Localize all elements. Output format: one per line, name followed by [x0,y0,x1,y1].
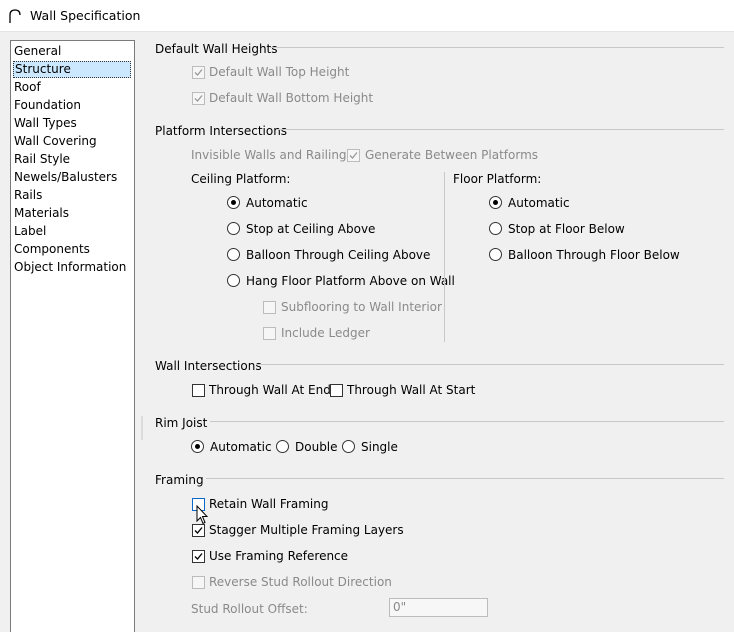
platform-divider [444,172,445,342]
checkmark-icon [194,95,203,102]
through-wall-end-label: Through Wall At End [209,383,331,397]
category-list[interactable]: General Structure Roof Foundation Wall T… [10,40,135,632]
rim-double-label: Double [295,440,338,454]
reverse-stud-label: Reverse Stud Rollout Direction [209,575,392,589]
framing-heading: Framing [155,473,204,487]
ceiling-stop-label: Stop at Ceiling Above [246,222,376,236]
include-ledger-checkbox[interactable] [263,327,276,340]
rim-double-radio[interactable] [276,440,289,453]
floor-platform-heading: Floor Platform: [453,172,542,186]
wall-intersections-heading: Wall Intersections [155,359,262,373]
sidebar-item-wall-covering[interactable]: Wall Covering [13,133,132,150]
ceiling-hang-label: Hang Floor Platform Above on Wall [246,274,455,288]
ceiling-stop-radio[interactable] [227,222,240,235]
ceiling-balloon-label: Balloon Through Ceiling Above [246,248,431,262]
stud-rollout-offset-label: Stud Rollout Offset: [191,602,308,616]
generate-between-platforms-checkbox[interactable] [347,149,360,162]
sidebar-item-materials[interactable]: Materials [13,205,132,222]
sidebar-item-roof[interactable]: Roof [13,79,132,96]
reverse-stud-checkbox[interactable] [192,576,205,589]
checkmark-icon [349,152,358,159]
mouse-cursor-icon [196,505,209,525]
ceiling-balloon-radio[interactable] [227,248,240,261]
sidebar-item-wall-types[interactable]: Wall Types [13,115,132,132]
default-bottom-height-checkbox[interactable] [192,92,205,105]
divider [206,478,724,479]
floor-balloon-label: Balloon Through Floor Below [508,248,680,262]
sidebar-item-rail-style[interactable]: Rail Style [13,151,132,168]
ceiling-automatic-label: Automatic [246,196,308,210]
platform-intersections-heading: Platform Intersections [155,124,288,138]
ceiling-hang-radio[interactable] [227,274,240,287]
sidebar-item-rails[interactable]: Rails [13,187,132,204]
sidebar-item-general[interactable]: General [13,43,132,60]
generate-between-platforms-label: Generate Between Platforms [365,148,539,162]
default-wall-heights-heading: Default Wall Heights [155,42,278,56]
sidebar-item-foundation[interactable]: Foundation [13,97,132,114]
default-top-height-label: Default Wall Top Height [209,65,350,79]
divider [276,129,724,130]
title-bar: Wall Specification [0,0,734,32]
sidebar-item-label[interactable]: Label [13,223,132,240]
through-wall-start-label: Through Wall At Start [347,383,476,397]
framing-reference-label: Use Framing Reference [209,549,349,563]
include-ledger-label: Include Ledger [281,326,370,340]
sidebar-item-newels-balusters[interactable]: Newels/Balusters [13,169,132,186]
framing-reference-checkbox[interactable] [192,550,205,563]
window-title: Wall Specification [30,8,141,23]
divider [256,364,724,365]
rim-automatic-radio[interactable] [191,440,204,453]
invisible-walls-label: Invisible Walls and Railings: [191,148,357,162]
app-arch-icon [9,9,21,23]
default-top-height-checkbox[interactable] [192,66,205,79]
rim-single-radio[interactable] [342,440,355,453]
floor-stop-radio[interactable] [489,222,502,235]
divider [270,47,724,48]
ceiling-platform-heading: Ceiling Platform: [191,172,291,186]
checkmark-icon [194,553,203,560]
through-wall-end-checkbox[interactable] [192,384,205,397]
checkmark-icon [194,69,203,76]
stagger-layers-label: Stagger Multiple Framing Layers [209,523,404,537]
sidebar-item-object-information[interactable]: Object Information [13,259,132,276]
floor-automatic-label: Automatic [508,196,570,210]
subflooring-checkbox[interactable] [263,301,276,314]
rim-automatic-label: Automatic [210,440,272,454]
floor-automatic-radio[interactable] [489,196,502,209]
sidebar-item-structure[interactable]: Structure [13,61,131,78]
splitter-grip-icon[interactable] [140,416,144,440]
floor-balloon-radio[interactable] [489,248,502,261]
retain-wall-framing-label: Retain Wall Framing [209,497,329,511]
divider [210,421,724,422]
default-bottom-height-label: Default Wall Bottom Height [209,91,374,105]
ceiling-automatic-radio[interactable] [227,196,240,209]
subflooring-label: Subflooring to Wall Interior [281,300,442,314]
stud-rollout-offset-field[interactable]: 0" [389,598,488,617]
floor-stop-label: Stop at Floor Below [508,222,625,236]
rim-joist-heading: Rim Joist [155,416,208,430]
sidebar-item-components[interactable]: Components [13,241,132,258]
through-wall-start-checkbox[interactable] [330,384,343,397]
rim-single-label: Single [361,440,398,454]
